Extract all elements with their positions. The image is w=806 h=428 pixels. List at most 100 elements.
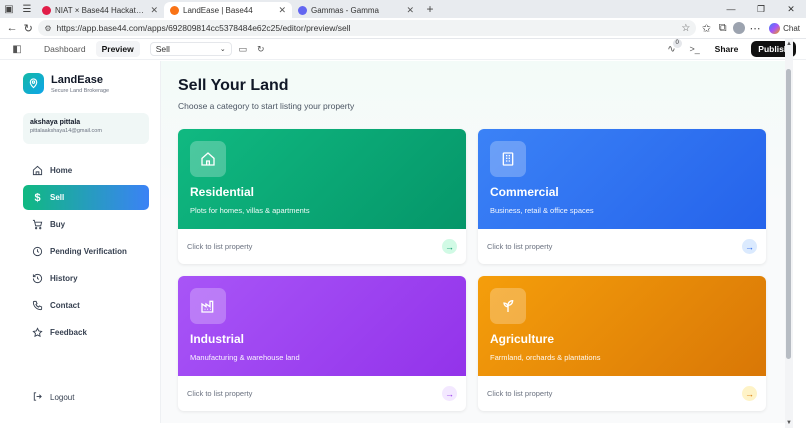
card-description: Manufacturing & warehouse land bbox=[190, 353, 300, 362]
sidebar-item-history[interactable]: History bbox=[23, 266, 149, 291]
maximize-icon[interactable]: ❐ bbox=[746, 4, 776, 15]
desktop-view-icon[interactable]: ▭ bbox=[236, 42, 250, 56]
scroll-up-icon[interactable]: ▲ bbox=[785, 41, 793, 47]
copilot-chat-button[interactable]: Chat bbox=[769, 22, 800, 34]
user-name: akshaya pittala bbox=[30, 119, 81, 126]
phone-icon bbox=[32, 300, 43, 311]
sidebar-item-label: Contact bbox=[50, 301, 80, 310]
tab-dashboard[interactable]: Dashboard bbox=[38, 41, 92, 57]
browser-tab-label: LandEase | Base44 bbox=[183, 5, 253, 15]
sidebar-item-sell[interactable]: $ Sell bbox=[23, 185, 149, 210]
terminal-icon[interactable]: >_ bbox=[688, 42, 702, 56]
building-icon bbox=[490, 141, 526, 177]
chevron-down-icon: ⌄ bbox=[219, 46, 226, 53]
reload-icon[interactable]: ↻ bbox=[22, 20, 34, 36]
close-tab-icon[interactable]: ✕ bbox=[406, 5, 414, 16]
share-button[interactable]: Share bbox=[710, 42, 744, 56]
brand: LandEase Secure Land Brokerage bbox=[23, 73, 109, 94]
sidebar-nav: Home $ Sell Buy Pending Verification His… bbox=[23, 158, 149, 347]
browser-tab-label: NIAT × Base44 Hackathon - C bbox=[55, 5, 147, 15]
factory-icon bbox=[190, 288, 226, 324]
gamma-favicon-icon bbox=[298, 5, 307, 15]
user-card: akshaya pittala pittalaakshaya14@gmail.c… bbox=[23, 113, 149, 144]
refresh-preview-icon[interactable]: ↻ bbox=[254, 42, 268, 56]
avatar bbox=[732, 22, 745, 34]
card-header: Industrial Manufacturing & warehouse lan… bbox=[178, 276, 466, 376]
browser-tab-landease[interactable]: LandEase | Base44 ✕ bbox=[164, 2, 292, 18]
sidebar-toggle-icon[interactable]: ◧ bbox=[10, 42, 24, 56]
card-footer: Click to list property → bbox=[478, 229, 766, 264]
arrow-right-icon[interactable]: → bbox=[442, 239, 457, 254]
profile-avatar[interactable] bbox=[732, 20, 745, 36]
arrow-right-icon[interactable]: → bbox=[742, 239, 757, 254]
sidebar-item-label: History bbox=[50, 274, 78, 283]
card-cta: Click to list property bbox=[487, 242, 553, 251]
sidebar-item-label: Feedback bbox=[50, 328, 87, 337]
browser-tab-hackathon[interactable]: NIAT × Base44 Hackathon - C ✕ bbox=[36, 2, 164, 18]
history-icon bbox=[32, 273, 43, 284]
window-menu-icon[interactable]: ▣ bbox=[0, 0, 18, 18]
card-header: Agriculture Farmland, orchards & plantat… bbox=[478, 276, 766, 376]
browser-tab-strip: ▣ ☰ NIAT × Base44 Hackathon - C ✕ LandEa… bbox=[0, 0, 806, 18]
close-tab-icon[interactable]: ✕ bbox=[278, 5, 286, 16]
browser-tab-label: Gammas - Gamma bbox=[311, 5, 380, 15]
home-icon bbox=[32, 165, 43, 176]
editor-toolbar: ◧ Dashboard Preview Sell ⌄ ▭ ↻ ∿ 0 >_ Sh… bbox=[0, 38, 806, 60]
browser-tab-gamma[interactable]: Gammas - Gamma ✕ bbox=[292, 2, 420, 18]
dollar-icon: $ bbox=[34, 191, 41, 204]
sidebar-item-feedback[interactable]: Feedback bbox=[23, 320, 149, 345]
house-icon bbox=[190, 141, 226, 177]
collections-icon[interactable]: ⧉ bbox=[717, 20, 729, 36]
category-card-industrial[interactable]: Industrial Manufacturing & warehouse lan… bbox=[178, 276, 466, 411]
user-email: pittalaakshaya14@gmail.com bbox=[30, 128, 102, 134]
activity-button[interactable]: ∿ 0 bbox=[667, 38, 682, 55]
activity-count-badge: 0 bbox=[672, 38, 682, 48]
favorites-icon[interactable]: ✩ bbox=[700, 20, 712, 36]
card-description: Plots for homes, villas & apartments bbox=[190, 206, 310, 215]
card-title: Agriculture bbox=[490, 332, 555, 346]
category-card-commercial[interactable]: Commercial Business, retail & office spa… bbox=[478, 129, 766, 264]
brand-tagline: Secure Land Brokerage bbox=[51, 87, 110, 94]
scrollbar-thumb[interactable] bbox=[786, 69, 791, 359]
page-scrollbar[interactable]: ▲ ▼ bbox=[785, 39, 793, 428]
app-preview-frame: LandEase Secure Land Brokerage akshaya p… bbox=[10, 61, 786, 423]
window-controls: — ❐ ✕ bbox=[716, 4, 806, 15]
back-icon[interactable]: ← bbox=[6, 20, 18, 36]
close-window-icon[interactable]: ✕ bbox=[776, 4, 806, 15]
card-header: Commercial Business, retail & office spa… bbox=[478, 129, 766, 229]
arrow-right-icon[interactable]: → bbox=[442, 386, 457, 401]
url-omnibox[interactable]: ⚙ https://app.base44.com/apps/692809814c… bbox=[38, 20, 697, 36]
cart-icon bbox=[32, 219, 43, 230]
card-title: Commercial bbox=[490, 185, 559, 199]
main-content: Sell Your Land Choose a category to star… bbox=[161, 61, 786, 423]
card-title: Residential bbox=[190, 185, 255, 199]
tab-preview[interactable]: Preview bbox=[95, 41, 140, 57]
category-card-residential[interactable]: Residential Plots for homes, villas & ap… bbox=[178, 129, 466, 264]
scroll-down-icon[interactable]: ▼ bbox=[785, 420, 793, 426]
card-header: Residential Plots for homes, villas & ap… bbox=[178, 129, 466, 229]
sidebar-item-home[interactable]: Home bbox=[23, 158, 149, 183]
copilot-icon bbox=[769, 22, 781, 34]
category-card-agriculture[interactable]: Agriculture Farmland, orchards & plantat… bbox=[478, 276, 766, 411]
more-menu-icon[interactable]: ⋯ bbox=[749, 20, 761, 36]
sidebar-item-label: Sell bbox=[50, 193, 65, 202]
arrow-right-icon[interactable]: → bbox=[742, 386, 757, 401]
minimize-icon[interactable]: — bbox=[716, 4, 746, 15]
new-tab-button[interactable]: + bbox=[422, 1, 438, 17]
site-info-icon[interactable]: ⚙ bbox=[44, 24, 51, 33]
card-description: Farmland, orchards & plantations bbox=[490, 353, 601, 362]
logout-button[interactable]: Logout bbox=[23, 387, 149, 407]
base44-favicon-icon bbox=[170, 5, 179, 15]
tab-actions-icon[interactable]: ☰ bbox=[18, 0, 36, 18]
sidebar-item-contact[interactable]: Contact bbox=[23, 293, 149, 318]
sidebar-item-label: Pending Verification bbox=[50, 247, 127, 256]
sidebar-item-buy[interactable]: Buy bbox=[23, 212, 149, 237]
logout-icon bbox=[32, 391, 43, 404]
page-select[interactable]: Sell ⌄ bbox=[149, 42, 232, 56]
star-icon bbox=[32, 327, 43, 338]
sidebar-item-pending-verification[interactable]: Pending Verification bbox=[23, 239, 149, 264]
location-pin-icon bbox=[23, 73, 44, 94]
bookmark-star-icon[interactable]: ☆ bbox=[681, 23, 690, 34]
close-tab-icon[interactable]: ✕ bbox=[150, 5, 158, 16]
card-footer: Click to list property → bbox=[178, 229, 466, 264]
